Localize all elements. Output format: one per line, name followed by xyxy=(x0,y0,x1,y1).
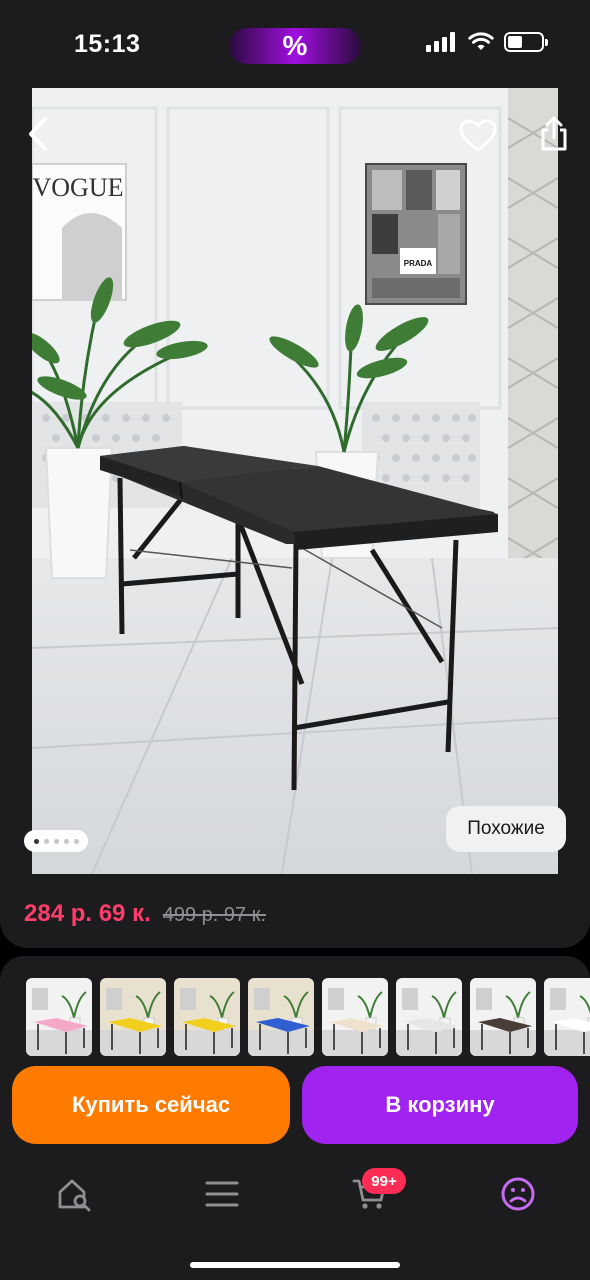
variants-strip[interactable] xyxy=(26,978,590,1056)
svg-text:VOGUE: VOGUE xyxy=(33,173,124,202)
gallery-dot xyxy=(53,838,59,844)
tab-profile[interactable] xyxy=(498,1174,538,1214)
variant-thumbnail[interactable] xyxy=(248,978,314,1056)
promo-badge[interactable]: % xyxy=(229,28,361,64)
home-search-icon xyxy=(58,1179,91,1212)
menu-icon xyxy=(205,1181,239,1207)
variant-image xyxy=(174,978,240,1056)
current-price: 284 р. 69 к. xyxy=(24,900,151,927)
home-indicator xyxy=(190,1262,400,1268)
buy-now-button[interactable]: Купить сейчас xyxy=(12,1066,290,1144)
similar-button[interactable]: Похожие xyxy=(446,806,566,852)
variant-thumbnail[interactable] xyxy=(470,978,536,1056)
gallery-dot xyxy=(73,838,79,844)
favorite-button[interactable] xyxy=(456,114,500,158)
poster-prada: PRADA xyxy=(365,163,467,305)
status-icons xyxy=(426,32,548,52)
variant-thumbnail[interactable] xyxy=(26,978,92,1056)
product-image: VOGUE PRADA xyxy=(32,88,558,874)
product-screen: 15:13 % VOGUE PRADA Похожие 284 р. 69 к.… xyxy=(0,0,590,1280)
variant-thumbnail[interactable] xyxy=(174,978,240,1056)
tab-bar: 99+ xyxy=(0,1156,590,1280)
status-bar: 15:13 % xyxy=(0,0,590,88)
product-photo[interactable]: VOGUE PRADA xyxy=(32,88,558,874)
back-button[interactable] xyxy=(18,112,58,156)
svg-text:PRADA: PRADA xyxy=(404,259,433,268)
signal-icon xyxy=(426,32,455,52)
gallery-pager[interactable] xyxy=(24,830,88,852)
variant-thumbnail[interactable] xyxy=(100,978,166,1056)
action-bar: Купить сейчас В корзину xyxy=(0,1056,590,1156)
variant-image xyxy=(26,978,92,1056)
variant-thumbnail[interactable] xyxy=(544,978,590,1056)
variant-image xyxy=(248,978,314,1056)
tab-catalog[interactable] xyxy=(202,1174,242,1214)
variant-image xyxy=(322,978,388,1056)
variant-image xyxy=(470,978,536,1056)
wifi-icon xyxy=(468,32,494,50)
chevron-left-icon xyxy=(29,117,47,151)
gallery-dot xyxy=(43,838,49,844)
add-to-cart-button[interactable]: В корзину xyxy=(302,1066,578,1144)
battery-icon xyxy=(504,32,548,52)
variants-panel xyxy=(0,956,590,1066)
price-row: 284 р. 69 к. 499 р. 97 к. xyxy=(24,900,266,928)
variant-image xyxy=(544,978,590,1056)
gallery-dot xyxy=(63,838,69,844)
status-time: 15:13 xyxy=(74,30,141,58)
heart-icon xyxy=(459,119,497,152)
variant-thumbnail[interactable] xyxy=(322,978,388,1056)
variant-image xyxy=(396,978,462,1056)
old-price: 499 р. 97 к. xyxy=(162,904,267,926)
share-button[interactable] xyxy=(536,112,572,156)
gallery-dot-active xyxy=(33,838,39,844)
variant-image xyxy=(100,978,166,1056)
product-card: VOGUE PRADA Похожие 284 р. 69 к. 499 р. … xyxy=(0,88,590,948)
profile-icon xyxy=(501,1177,535,1211)
tab-home[interactable] xyxy=(54,1174,94,1214)
variant-thumbnail[interactable] xyxy=(396,978,462,1056)
cart-badge: 99+ xyxy=(362,1168,406,1194)
share-icon xyxy=(541,116,567,151)
